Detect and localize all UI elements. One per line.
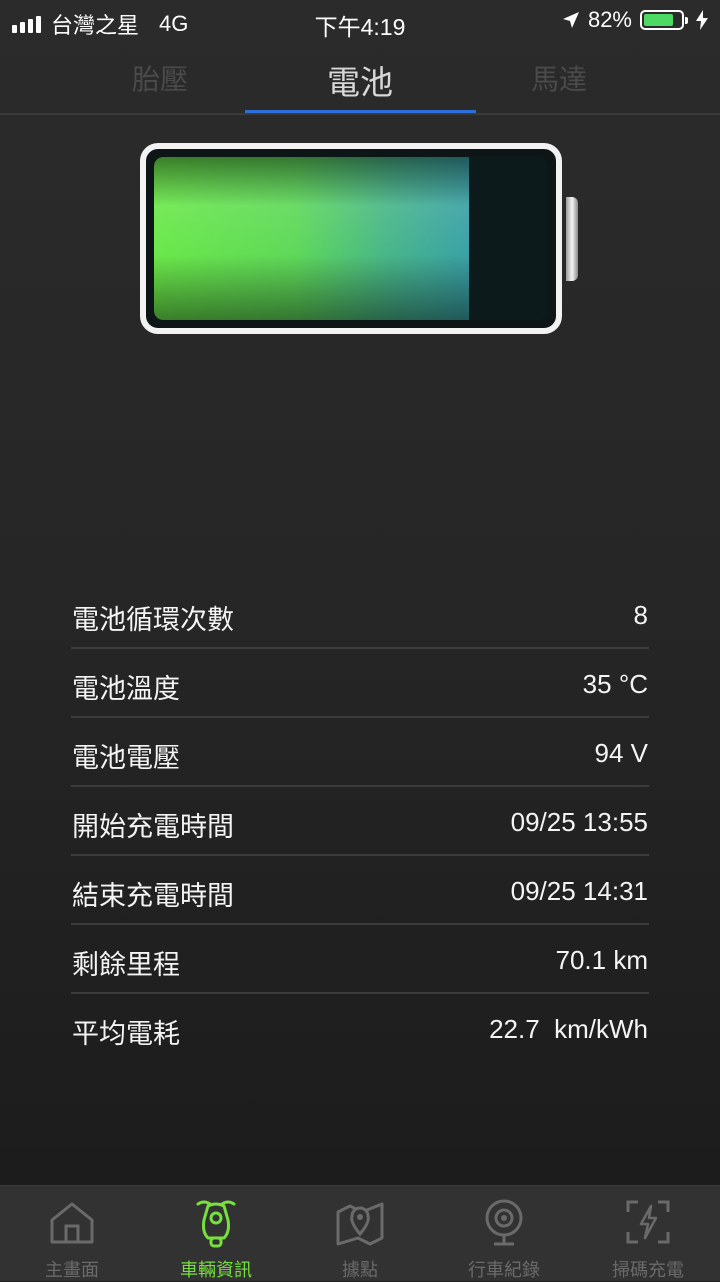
status-bar: 台灣之星 4G 下午4:19 82% (0, 0, 720, 40)
battery-terminal (566, 197, 578, 281)
info-value: 8 (633, 600, 648, 630)
info-row-charge-start: 開始充電時間 09/25 13:55 (71, 787, 649, 856)
info-value: 94 V (594, 738, 649, 768)
info-value: 22.7 km/kWh (489, 1014, 648, 1044)
info-label: 平均電耗 (72, 1019, 180, 1049)
battery-percent: 82% (587, 7, 632, 32)
info-row-cycle-count: 電池循環次數 8 (71, 580, 649, 649)
battery-level-graphic (140, 143, 578, 334)
battery-info-list: 電池循環次數 8 電池溫度 35 °C 電池電壓 94 V 開始充電時間 09/… (71, 580, 649, 1063)
info-row-remaining-range: 剩餘里程 70.1 km (71, 925, 649, 994)
nav-locations[interactable]: 據點 (288, 1186, 432, 1281)
battery-track (154, 157, 548, 320)
tab-bar: 胎壓 電池 馬達 (0, 44, 720, 114)
info-row-avg-consumption: 平均電耗 22.7 km/kWh (71, 994, 649, 1063)
tab-tire-pressure[interactable]: 胎壓 (45, 58, 275, 98)
info-row-voltage: 電池電壓 94 V (71, 718, 649, 787)
bottom-nav: 主畫面 車輛資訊 據點 行車紀錄 掃碼充電 (0, 1185, 720, 1281)
nav-label: 主畫面 (45, 1260, 99, 1280)
scooter-icon (196, 1200, 236, 1248)
info-row-temperature: 電池溫度 35 °C (71, 649, 649, 718)
info-label: 剩餘里程 (72, 950, 180, 980)
app-screen: 台灣之星 4G 下午4:19 82% 胎壓 電池 馬達 電池循環次數 8 電池溫… (0, 0, 720, 1281)
nav-vehicle-info[interactable]: 車輛資訊 (144, 1186, 288, 1281)
scan-charge-icon (626, 1200, 670, 1244)
nav-trip-records[interactable]: 行車紀錄 (432, 1186, 576, 1281)
location-arrow-icon (562, 12, 579, 28)
map-pin-icon (336, 1202, 384, 1246)
nav-label: 行車紀錄 (468, 1260, 540, 1280)
nav-scan-charge[interactable]: 掃碼充電 (576, 1186, 720, 1281)
charging-bolt-icon (696, 10, 708, 30)
tab-motor[interactable]: 馬達 (444, 58, 674, 98)
info-value: 09/25 13:55 (510, 807, 648, 837)
home-icon (50, 1202, 94, 1244)
info-row-charge-end: 結束充電時間 09/25 14:31 (71, 856, 649, 925)
info-value: 09/25 14:31 (510, 876, 648, 906)
info-label: 結束充電時間 (72, 881, 234, 911)
nav-label: 據點 (342, 1260, 378, 1280)
battery-charge-fill (154, 157, 470, 320)
nav-label: 車輛資訊 (180, 1260, 252, 1280)
dashcam-icon (485, 1199, 523, 1246)
info-label: 電池循環次數 (72, 605, 234, 635)
info-label: 電池溫度 (72, 674, 180, 704)
status-right: 82% (562, 7, 708, 33)
info-value: 35 °C (582, 669, 648, 699)
nav-label: 掃碼充電 (612, 1260, 684, 1280)
nav-home[interactable]: 主畫面 (0, 1186, 144, 1281)
tab-battery[interactable]: 電池 (245, 56, 475, 104)
info-label: 電池電壓 (72, 743, 180, 773)
info-label: 開始充電時間 (72, 812, 234, 842)
battery-icon (640, 10, 688, 30)
tab-divider (0, 113, 720, 115)
info-value: 70.1 km (555, 945, 649, 975)
